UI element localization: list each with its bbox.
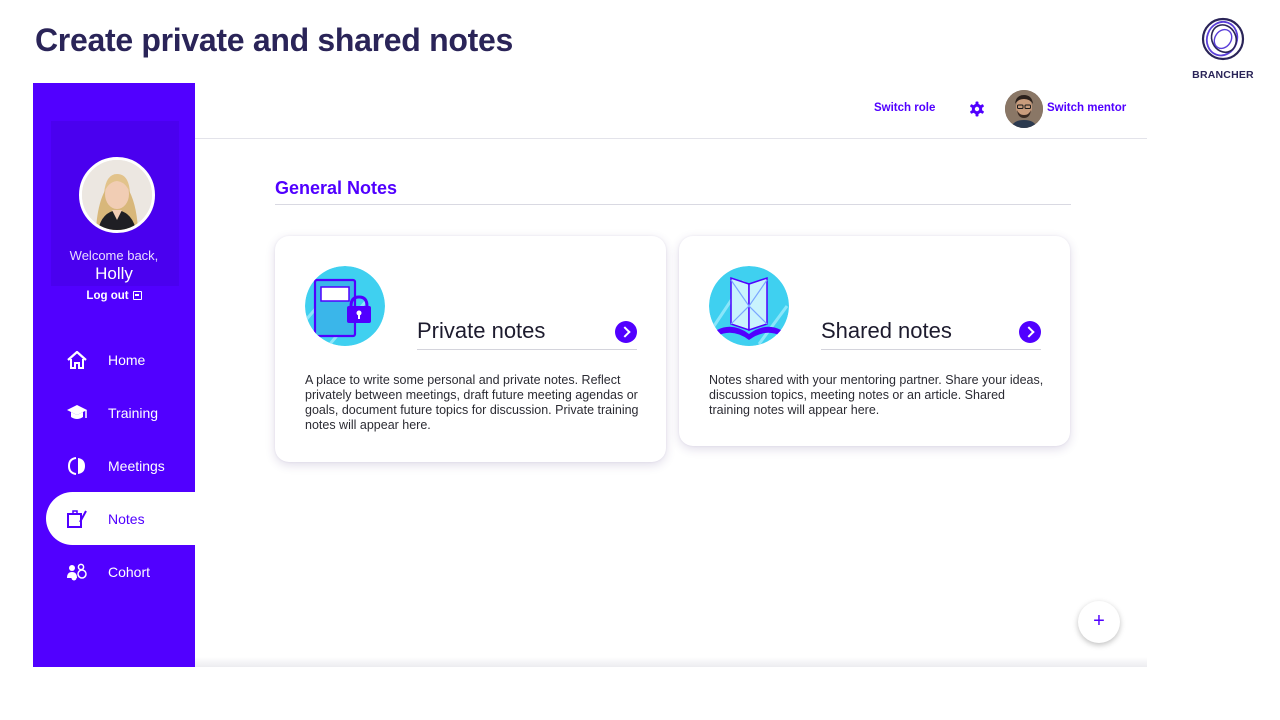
logout-label: Log out [86, 290, 129, 302]
sidebar-item-home[interactable]: Home [33, 333, 195, 386]
brand-name: BRANCHER [1192, 69, 1254, 81]
chevron-right-icon[interactable] [615, 321, 637, 343]
section-divider [275, 204, 1071, 205]
card-title: Shared notes [821, 318, 952, 343]
private-notes-card[interactable]: Private notes A place to write some pers… [275, 236, 666, 462]
gear-icon[interactable] [969, 101, 985, 117]
cohort-icon [67, 563, 87, 580]
app-window: Welcome back, Holly Log out Home Trainin… [33, 83, 1147, 667]
meetings-icon [67, 456, 85, 475]
sidebar-item-cohort[interactable]: Cohort [33, 545, 195, 598]
sidebar-item-label: Meetings [108, 457, 165, 474]
card-divider [821, 349, 1041, 350]
card-description: Notes shared with your mentoring partner… [709, 373, 1044, 417]
padlock-notebook-icon [305, 266, 385, 346]
card-title: Private notes [417, 318, 546, 343]
bottom-shadow [195, 657, 1147, 667]
brancher-logo-icon [1201, 17, 1245, 61]
switch-role-link[interactable]: Switch role [874, 102, 935, 114]
sidebar-item-notes[interactable]: Notes [46, 492, 195, 545]
sidebar: Welcome back, Holly Log out Home Trainin… [33, 83, 195, 667]
card-description: A place to write some personal and priva… [305, 373, 639, 432]
sidebar-item-label: Notes [108, 510, 145, 527]
sidebar-item-meetings[interactable]: Meetings [33, 439, 195, 492]
sidebar-item-training[interactable]: Training [33, 386, 195, 439]
logout-link[interactable]: Log out [33, 290, 195, 302]
notes-icon [67, 509, 87, 528]
sidebar-item-label: Cohort [108, 563, 151, 580]
slide-title: Create private and shared notes [35, 22, 513, 58]
user-name: Holly [95, 264, 133, 283]
switch-mentor-link[interactable]: Switch mentor [1047, 102, 1126, 114]
brand-logo: BRANCHER [1188, 16, 1258, 81]
sidebar-item-label: Training [108, 404, 159, 421]
welcome-text: Welcome back, [69, 248, 159, 263]
chevron-right-icon[interactable] [1019, 321, 1041, 343]
top-bar: Switch role Switch mentor [195, 83, 1147, 139]
section-title: General Notes [275, 178, 398, 198]
sidebar-item-label: Home [108, 351, 146, 368]
card-divider [417, 349, 637, 350]
mentor-avatar[interactable] [1005, 90, 1043, 128]
shared-notes-card[interactable]: Shared notes Notes shared with your ment… [679, 236, 1070, 446]
open-book-icon [709, 266, 789, 346]
graduation-cap-icon [67, 404, 87, 419]
logout-icon [132, 291, 142, 300]
add-note-button[interactable]: + [1078, 601, 1120, 643]
user-avatar[interactable] [79, 157, 155, 233]
home-icon [67, 350, 87, 369]
